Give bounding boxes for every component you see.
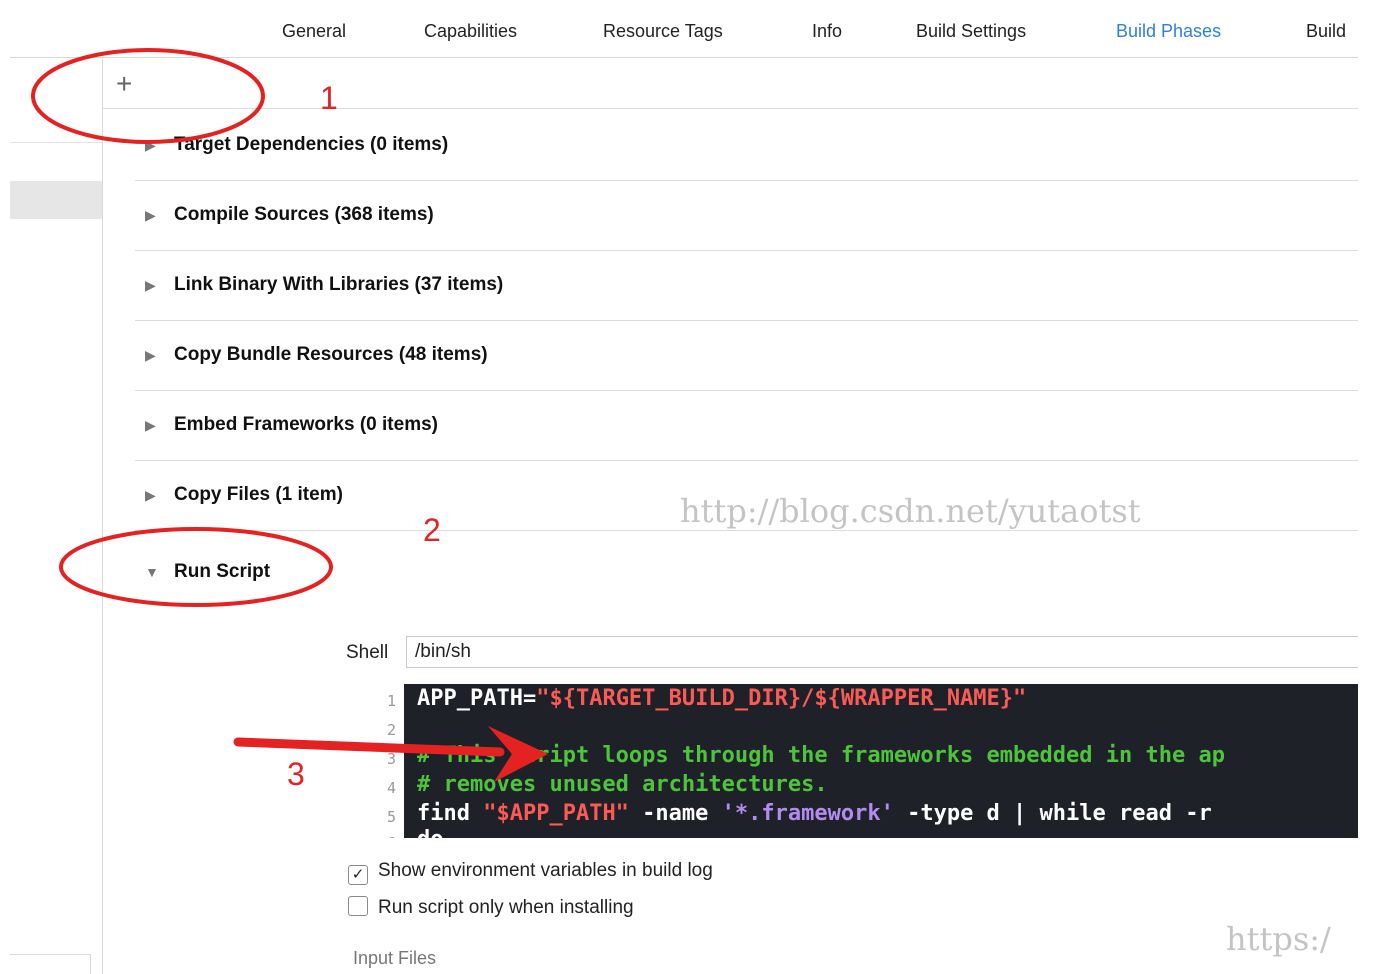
annotation-circle-1 [31,48,265,144]
annotation-number-1: 1 [320,80,338,116]
annotation-number-3: 3 [287,756,305,792]
annotation-number-2: 2 [423,512,441,548]
annotation-circle-2 [59,527,333,607]
annotation-arrow-shaft [233,737,505,757]
annotation-overlay [31,48,548,782]
